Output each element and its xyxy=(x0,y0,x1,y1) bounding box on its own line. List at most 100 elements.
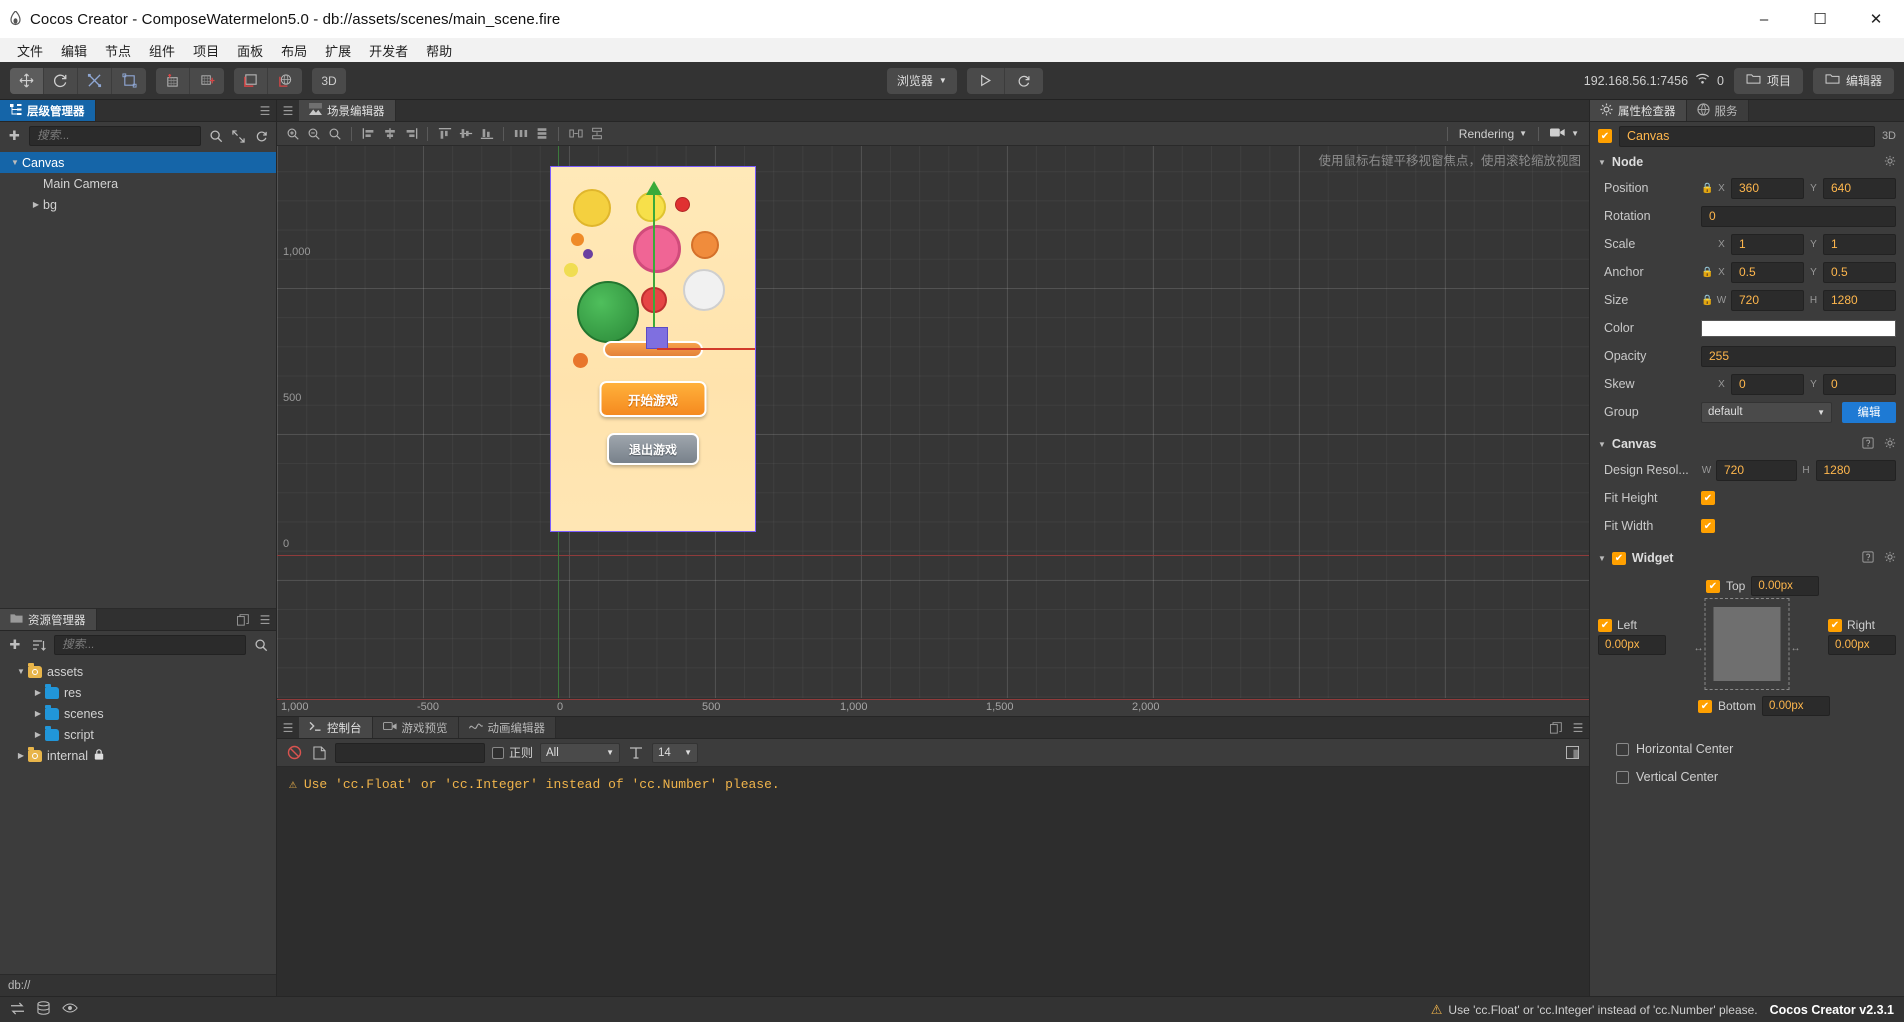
console-settings-icon[interactable]: ☰ xyxy=(1567,717,1589,738)
position-x-field[interactable]: 360 xyxy=(1731,177,1804,199)
chevron-right-icon[interactable]: ▶ xyxy=(29,200,43,209)
eye-icon[interactable] xyxy=(62,1002,78,1017)
size-w-field[interactable]: 720 xyxy=(1731,289,1804,311)
tab-scene-editor[interactable]: 场景编辑器 xyxy=(299,100,396,121)
pivot-toggle-button[interactable] xyxy=(156,67,190,94)
align-vcenter-icon[interactable] xyxy=(456,124,475,143)
maximize-button[interactable]: ☐ xyxy=(1792,0,1848,38)
dimension-toggle-button[interactable]: 3D xyxy=(312,68,346,94)
assets-menu-icon[interactable]: ☰ xyxy=(254,609,276,630)
asset-node-scenes[interactable]: ▶ scenes xyxy=(0,703,276,724)
clear-icon[interactable] xyxy=(285,744,303,762)
widget-left-checkbox[interactable]: ✔ xyxy=(1598,618,1612,632)
rotation-field[interactable]: 0 xyxy=(1701,205,1896,227)
tab-assets[interactable]: 资源管理器 xyxy=(0,609,97,630)
align-top-icon[interactable] xyxy=(435,124,454,143)
close-button[interactable]: ✕ xyxy=(1848,0,1904,38)
scale-y-field[interactable]: 1 xyxy=(1823,233,1896,255)
node-name-field[interactable]: Canvas xyxy=(1619,125,1875,147)
tab-animation-editor[interactable]: 动画编辑器 xyxy=(458,717,556,738)
canvas-section-header[interactable]: ▼ Canvas xyxy=(1590,432,1904,456)
anchor-x-field[interactable]: 0.5 xyxy=(1731,261,1804,283)
opacity-field[interactable]: 255 xyxy=(1701,345,1896,367)
zoom-out-icon[interactable] xyxy=(304,124,323,143)
asset-node-internal[interactable]: ▶ internal xyxy=(0,745,276,766)
scale-tool-button[interactable] xyxy=(78,67,112,94)
lock-icon[interactable]: 🔒 xyxy=(1701,183,1713,194)
menu-item-panel[interactable]: 面板 xyxy=(228,39,272,62)
sync-status-icon[interactable] xyxy=(10,1002,25,1018)
widget-right-checkbox[interactable]: ✔ xyxy=(1828,618,1842,632)
refresh-button[interactable] xyxy=(1005,68,1043,94)
chevron-down-icon[interactable]: ▼ xyxy=(1598,440,1606,449)
spacing-v-icon[interactable] xyxy=(587,124,606,143)
preview-target-dropdown[interactable]: 浏览器 ▼ xyxy=(886,67,957,94)
menu-item-node[interactable]: 节点 xyxy=(96,39,140,62)
skew-y-field[interactable]: 0 xyxy=(1823,373,1896,395)
assets-search-input[interactable] xyxy=(54,635,246,655)
node-enabled-checkbox[interactable]: ✔ xyxy=(1598,129,1612,143)
help-icon[interactable] xyxy=(1862,436,1874,452)
menu-item-layout[interactable]: 布局 xyxy=(272,39,316,62)
position-y-field[interactable]: 640 xyxy=(1823,177,1896,199)
x-axis-gizmo[interactable] xyxy=(657,348,755,350)
horizontal-center-row[interactable]: Horizontal Center xyxy=(1598,736,1896,756)
global-gizmo-toggle-button[interactable] xyxy=(268,68,302,94)
skew-x-field[interactable]: 0 xyxy=(1731,373,1804,395)
align-bottom-icon[interactable] xyxy=(477,124,496,143)
zoom-in-icon[interactable] xyxy=(283,124,302,143)
plus-icon[interactable]: ✚ xyxy=(6,636,24,654)
design-h-field[interactable]: 1280 xyxy=(1815,459,1896,481)
gear-icon[interactable] xyxy=(1884,155,1896,170)
fit-width-checkbox[interactable]: ✔ xyxy=(1701,519,1715,533)
chevron-right-icon[interactable]: ▶ xyxy=(31,730,45,739)
distribute-v-icon[interactable] xyxy=(532,124,551,143)
database-icon[interactable] xyxy=(37,1001,50,1018)
minimize-button[interactable]: – xyxy=(1736,0,1792,38)
start-game-button[interactable]: 开始游戏 xyxy=(599,381,707,417)
hierarchy-menu-icon[interactable]: ☰ xyxy=(254,100,276,121)
vertical-center-checkbox[interactable] xyxy=(1616,770,1629,784)
tab-hierarchy[interactable]: 层级管理器 xyxy=(0,100,96,121)
rect-gizmo-toggle-button[interactable] xyxy=(234,67,268,94)
group-edit-button[interactable]: 编辑 xyxy=(1842,401,1896,423)
widget-bottom-checkbox[interactable]: ✔ xyxy=(1698,699,1712,713)
chevron-down-icon[interactable]: ▼ xyxy=(14,667,28,676)
fit-height-checkbox[interactable]: ✔ xyxy=(1701,491,1715,505)
search-icon[interactable] xyxy=(207,127,224,145)
open-project-folder-button[interactable]: 项目 xyxy=(1733,67,1803,94)
chevron-down-icon[interactable]: ▼ xyxy=(1598,158,1606,167)
plus-icon[interactable]: ✚ xyxy=(6,127,23,145)
tab-game-preview[interactable]: 游戏预览 xyxy=(372,717,459,738)
hierarchy-node-canvas[interactable]: ▼ Canvas xyxy=(0,152,276,173)
tab-console[interactable]: 控制台 xyxy=(299,717,373,738)
chevron-right-icon[interactable]: ▶ xyxy=(31,709,45,718)
rotate-tool-button[interactable] xyxy=(44,67,78,94)
menu-item-extension[interactable]: 扩展 xyxy=(316,39,360,62)
align-hcenter-icon[interactable] xyxy=(380,124,399,143)
chevron-right-icon[interactable]: ▶ xyxy=(31,688,45,697)
widget-right-field[interactable]: 0.00px xyxy=(1828,635,1896,655)
chevron-down-icon[interactable]: ▼ xyxy=(8,158,22,167)
widget-top-field[interactable]: 0.00px xyxy=(1751,576,1820,596)
group-select[interactable]: default ▼ xyxy=(1701,401,1832,423)
game-canvas-preview[interactable]: 开始游戏 退出游戏 xyxy=(550,166,756,532)
chevron-down-icon[interactable]: ▼ xyxy=(1598,554,1606,563)
menu-item-developer[interactable]: 开发者 xyxy=(360,39,417,62)
scene-viewport[interactable]: 使用鼠标右键平移视窗焦点，使用滚轮缩放视图 1,000 500 0 开始游戏 退… xyxy=(277,146,1589,698)
expand-icon[interactable] xyxy=(230,127,247,145)
scale-x-field[interactable]: 1 xyxy=(1731,233,1804,255)
console-expand-icon[interactable] xyxy=(1545,717,1567,738)
menu-item-project[interactable]: 项目 xyxy=(184,39,228,62)
lock-icon[interactable]: 🔒 xyxy=(1701,295,1713,306)
coordinate-toggle-button[interactable] xyxy=(190,68,224,94)
hierarchy-node-bg[interactable]: ▶ bg xyxy=(0,194,276,215)
hierarchy-search-input[interactable] xyxy=(29,126,201,146)
align-right-icon[interactable] xyxy=(401,124,420,143)
hierarchy-node-main-camera[interactable]: Main Camera xyxy=(0,173,276,194)
console-regex-toggle[interactable]: 正则 xyxy=(492,744,533,761)
menu-item-component[interactable]: 组件 xyxy=(140,39,184,62)
distribute-h-icon[interactable] xyxy=(511,124,530,143)
rect-tool-button[interactable] xyxy=(112,68,146,94)
widget-enabled-checkbox[interactable]: ✔ xyxy=(1611,551,1626,565)
